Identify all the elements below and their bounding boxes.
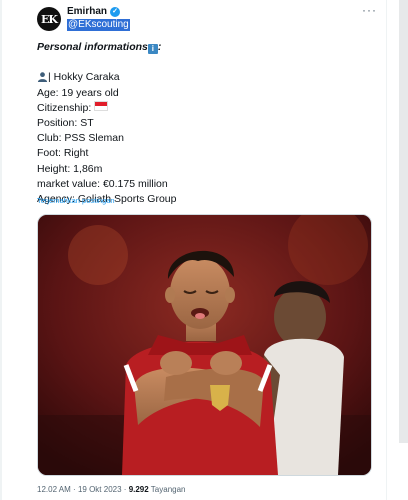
post-line-club: Club: PSS Sleman (37, 132, 124, 145)
post-line-foot: Foot: Right (37, 147, 89, 160)
verified-badge-icon: ✓ (110, 6, 121, 17)
post-line-citizenship: Citizenship: (37, 100, 357, 116)
information-icon: i (147, 44, 158, 54)
post-title: Personal informations (37, 41, 148, 53)
post-date[interactable]: 19 Okt 2023 (78, 485, 122, 494)
post-line-age: Age: 19 years old (37, 86, 119, 99)
right-panel-edge (399, 0, 408, 443)
post-text: Personal informations i: | Hokky Caraka A… (37, 40, 357, 207)
views-label: Tayangan (150, 485, 186, 494)
translate-post-link[interactable]: Terjemahkan postingan (37, 196, 115, 205)
more-options-icon[interactable]: ··· (362, 3, 377, 17)
meta-separator: · (73, 485, 76, 494)
author-handle[interactable]: @EKscouting (67, 19, 130, 31)
indonesia-flag-icon (94, 100, 109, 111)
tweet-card: EK Emirhan ✓ @EKscouting ··· Personal in… (0, 0, 387, 500)
view-count: 9.292 (128, 485, 149, 494)
post-title-suffix: : (157, 41, 162, 53)
player-name-text: | Hokky Caraka (48, 71, 120, 84)
meta-separator-2: · (123, 485, 127, 494)
post-photo[interactable] (37, 214, 372, 476)
author-name[interactable]: Emirhan (67, 6, 107, 17)
post-meta: 12.02 AM · 19 Okt 2023 · 9.292 Tayangan (37, 485, 186, 494)
post-line-height: Height: 1,86m (37, 162, 103, 175)
player-photo-illustration (38, 215, 371, 475)
post-line-market-value: market value: €0.175 million (37, 177, 168, 190)
avatar-monogram: EK (41, 12, 58, 26)
author-avatar[interactable]: EK (37, 7, 61, 31)
post-time[interactable]: 12.02 AM (37, 485, 71, 494)
post-title-line: Personal informations i: (37, 40, 357, 55)
post-line-position: Position: ST (37, 116, 94, 129)
citizenship-text: Citizenship: (37, 101, 92, 114)
author-name-row[interactable]: Emirhan ✓ (67, 6, 121, 17)
post-line-name: | Hokky Caraka (37, 70, 357, 85)
bust-silhouette-icon (37, 72, 48, 83)
